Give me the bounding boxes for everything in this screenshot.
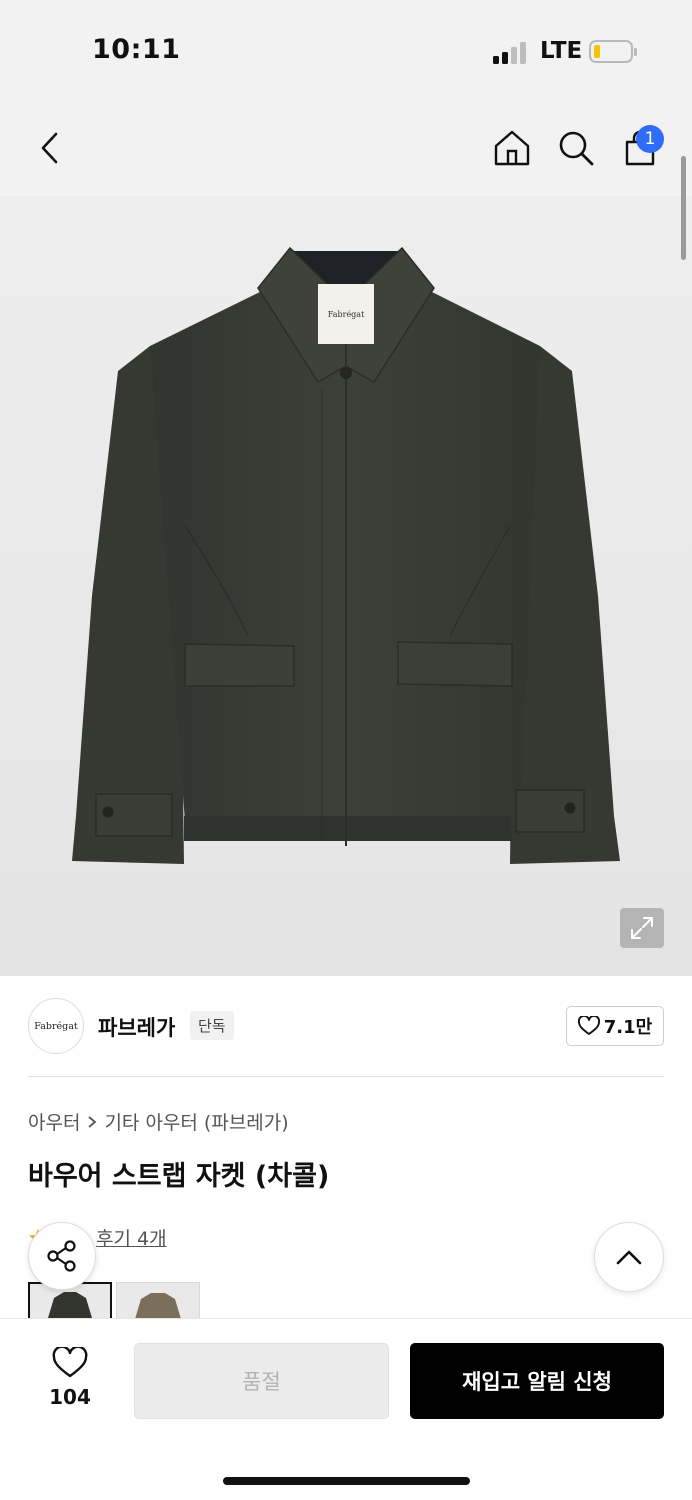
brand-row: Fabrégat 파브레가 단독 7.1만 xyxy=(28,998,664,1058)
heart-icon xyxy=(52,1347,88,1378)
cart-count-badge: 1 xyxy=(636,125,664,153)
brand-like-button[interactable]: 7.1만 xyxy=(566,1006,664,1046)
brand-logo[interactable]: Fabrégat xyxy=(28,998,84,1054)
chevron-left-icon xyxy=(41,132,58,164)
swatch-thumbnail xyxy=(48,1292,92,1318)
home-indicator xyxy=(223,1477,470,1485)
search-icon xyxy=(559,131,594,166)
chevron-right-icon xyxy=(88,1115,97,1128)
chevron-up-icon xyxy=(616,1250,642,1265)
share-button[interactable] xyxy=(28,1222,96,1290)
bottom-action-bar: 104 품절 재입고 알림 신청 xyxy=(0,1318,692,1500)
share-icon xyxy=(47,1240,76,1272)
clock: 10:11 xyxy=(92,34,181,65)
scrollbar[interactable] xyxy=(681,156,686,260)
search-button[interactable] xyxy=(552,124,600,172)
brand-like-count: 7.1만 xyxy=(603,1017,653,1038)
soldout-button[interactable]: 품절 xyxy=(134,1343,389,1419)
expand-icon xyxy=(631,917,653,939)
product-title: 바우어 스트랩 자켓 (차콜) xyxy=(28,1161,330,1192)
scroll-to-top-button[interactable] xyxy=(594,1222,664,1292)
top-navigation xyxy=(0,100,692,196)
breadcrumb-item-category[interactable]: 아우터 xyxy=(28,1108,80,1135)
restock-alert-button[interactable]: 재입고 알림 신청 xyxy=(410,1343,664,1419)
jacket-photo: Fabrégat xyxy=(72,246,620,864)
product-image[interactable]: Fabrégat xyxy=(0,196,692,976)
breadcrumb: 아우터 기타 아우터 (파브레가) xyxy=(28,1108,289,1135)
brand-name[interactable]: 파브레가 xyxy=(98,1012,175,1042)
home-icon xyxy=(494,130,530,166)
heart-icon xyxy=(577,1016,600,1035)
jacket-label-text: Fabrégat xyxy=(328,310,365,319)
status-bar: 10:11 LTE xyxy=(0,0,692,100)
network-type: LTE xyxy=(540,38,583,64)
battery-icon xyxy=(589,40,637,63)
wishlist-button[interactable]: 104 xyxy=(30,1347,110,1423)
wishlist-count: 104 xyxy=(49,1385,91,1409)
review-link[interactable]: 후기 4개 xyxy=(96,1224,167,1251)
swatch-thumbnail xyxy=(135,1293,181,1319)
back-button[interactable] xyxy=(26,124,74,172)
signal-icon xyxy=(493,40,529,64)
color-swatch-beige[interactable] xyxy=(116,1282,200,1320)
divider xyxy=(28,1076,664,1077)
exclusive-badge: 단독 xyxy=(190,1011,234,1040)
breadcrumb-item-subcategory[interactable]: 기타 아우터 (파브레가) xyxy=(104,1108,288,1135)
home-button[interactable] xyxy=(488,124,536,172)
expand-image-button[interactable] xyxy=(620,908,664,948)
